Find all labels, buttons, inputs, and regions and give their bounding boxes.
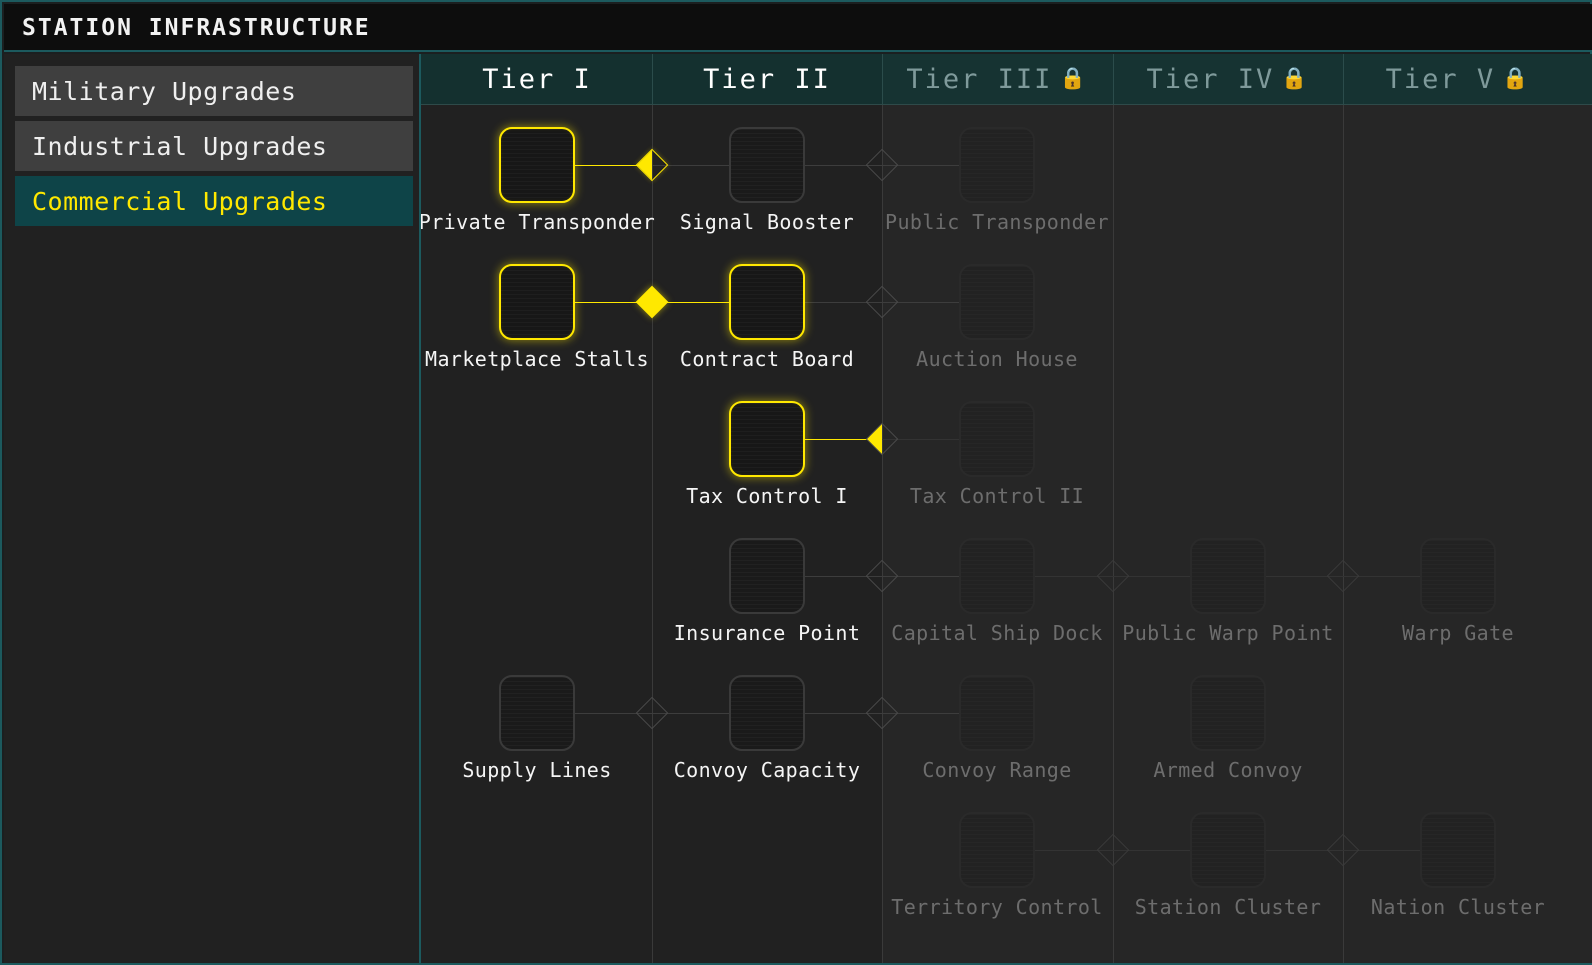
tier-header-5[interactable]: Tier V 🔒 (1343, 54, 1573, 104)
panel-header: STATION INFRASTRUCTURE (4, 4, 1592, 52)
upgrade-node-label: Signal Booster (679, 210, 855, 234)
tier-column-divider (1112, 54, 1114, 963)
tier-header-4[interactable]: Tier IV 🔒 (1113, 54, 1343, 104)
upgrade-node-tax-control-i[interactable] (729, 401, 805, 477)
tier-header-label: Tier IV (1146, 63, 1275, 95)
upgrade-node-contract-board[interactable] (729, 264, 805, 340)
lock-icon: 🔒 (1059, 65, 1088, 90)
upgrade-node-label: Public Transponder (885, 210, 1109, 234)
upgrade-node-label: Tax Control I (686, 484, 848, 508)
upgrade-node-label: Marketplace Stalls (425, 347, 649, 371)
tier-header-label: Tier II (703, 63, 831, 95)
station-infrastructure-panel: STATION INFRASTRUCTURE Military Upgrades… (0, 0, 1592, 965)
tier-header-separator (1343, 54, 1344, 104)
link-diamond-marker (635, 285, 669, 319)
upgrade-node-label: Capital Ship Dock (891, 621, 1103, 645)
upgrade-node-label: Auction House (916, 347, 1078, 371)
upgrade-node-label: Nation Cluster (1370, 895, 1546, 919)
upgrade-node-tax-control-ii[interactable] (959, 401, 1035, 477)
upgrade-node-label: Territory Control (891, 895, 1103, 919)
tier-header-1[interactable]: Tier I (422, 54, 652, 104)
tier-header-separator (652, 54, 653, 104)
upgrade-node-capital-ship-dock[interactable] (959, 538, 1035, 614)
upgrade-node-station-cluster[interactable] (1190, 812, 1266, 888)
upgrade-node-territory-control[interactable] (959, 812, 1035, 888)
sidebar-item-commercial-upgrades[interactable]: Commercial Upgrades (15, 176, 413, 226)
link-diamond-marker (635, 148, 669, 182)
upgrade-node-label: Insurance Point (673, 621, 861, 645)
upgrade-node-label: Convoy Range (922, 758, 1072, 782)
upgrade-node-label: Tax Control II (909, 484, 1085, 508)
upgrade-node-marketplace-stalls[interactable] (499, 264, 575, 340)
tier-column-divider (652, 54, 653, 963)
upgrade-node-label: Contract Board (679, 347, 855, 371)
upgrade-node-label: Convoy Capacity (673, 758, 861, 782)
category-sidebar: Military Upgrades Industrial Upgrades Comm… (4, 54, 421, 963)
tier-header-label: Tier V (1385, 63, 1496, 95)
page-title: STATION INFRASTRUCTURE (22, 15, 371, 41)
lock-icon: 🔒 (1502, 65, 1531, 90)
upgrade-node-public-warp-point[interactable] (1190, 538, 1266, 614)
tier-header-separator (882, 54, 883, 104)
upgrade-node-warp-gate[interactable] (1420, 538, 1496, 614)
link-diamond-marker (635, 696, 669, 730)
upgrade-node-label: Private Transponder (421, 210, 656, 234)
tier-header-3[interactable]: Tier III 🔒 (882, 54, 1112, 104)
upgrade-node-auction-house[interactable] (959, 264, 1035, 340)
tier-header-separator (1112, 54, 1114, 104)
sidebar-item-label: Military Upgrades (32, 76, 297, 106)
upgrade-node-label: Station Cluster (1134, 895, 1322, 919)
upgrade-node-insurance-point[interactable] (729, 538, 805, 614)
tier-header-label: Tier I (482, 63, 592, 95)
upgrade-node-convoy-capacity[interactable] (729, 675, 805, 751)
sidebar-item-label: Industrial Upgrades (32, 131, 328, 161)
upgrade-node-label: Supply Lines (462, 758, 612, 782)
upgrade-node-label: Public Warp Point (1122, 621, 1334, 645)
upgrade-tree: Private Transponder Signal Booster Public … (421, 54, 1592, 963)
upgrade-node-private-transponder[interactable] (499, 127, 575, 203)
tier-header-2[interactable]: Tier II (652, 54, 882, 104)
lock-icon: 🔒 (1281, 65, 1310, 90)
sidebar-item-label: Commercial Upgrades (32, 186, 328, 216)
upgrade-node-public-transponder[interactable] (959, 127, 1035, 203)
tier-header-bar: Tier I Tier II Tier III 🔒 Tier IV 🔒 Tier V 🔒 (421, 54, 1592, 105)
tier-header-label: Tier III (906, 63, 1053, 95)
upgrade-node-nation-cluster[interactable] (1420, 812, 1496, 888)
tier-column-divider (1343, 54, 1344, 963)
sidebar-item-industrial-upgrades[interactable]: Industrial Upgrades (15, 121, 413, 171)
upgrade-node-armed-convoy[interactable] (1190, 675, 1266, 751)
upgrade-node-label: Armed Convoy (1153, 758, 1303, 782)
upgrade-node-supply-lines[interactable] (499, 675, 575, 751)
upgrade-node-signal-booster[interactable] (729, 127, 805, 203)
sidebar-item-military-upgrades[interactable]: Military Upgrades (15, 66, 413, 116)
tier-column-divider (882, 54, 883, 963)
upgrade-node-convoy-range[interactable] (959, 675, 1035, 751)
upgrade-node-label: Warp Gate (1402, 621, 1514, 645)
